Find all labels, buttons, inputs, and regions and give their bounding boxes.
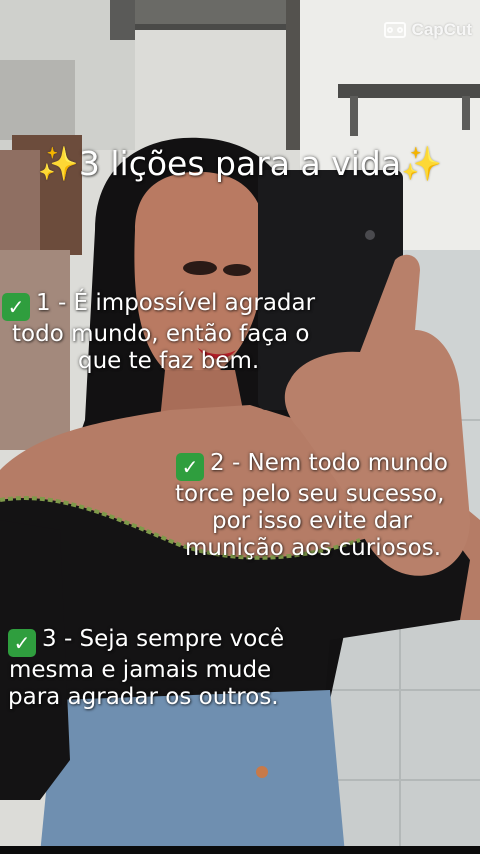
lesson-2-line-2: torce pelo seu sucesso, (175, 481, 445, 507)
sparkles-icon: ✨ (37, 144, 79, 183)
lesson-3-line-3: para agradar os outros. (8, 684, 279, 710)
bottom-bar (0, 846, 480, 854)
watermark-label: CapCut (411, 20, 472, 39)
lesson-3-line-2: mesma e jamais mude (9, 657, 272, 683)
sparkles-icon: ✨ (401, 144, 443, 183)
check-mark-button-icon: ✓ (2, 293, 30, 321)
caption-title: ✨3 lições para a vida✨ (0, 144, 480, 184)
capcut-watermark: CapCut (383, 20, 472, 40)
lesson-2: ✓ 2 - Nem todo mundo torce pelo seu suces… (172, 450, 448, 562)
lesson-1-line-3: que te faz bem. (78, 348, 260, 374)
photo-background (0, 0, 480, 854)
lesson-2-line-4: munição aos curiosos. (185, 535, 442, 561)
check-mark-button-icon: ✓ (176, 453, 204, 481)
lesson-2-line-3: por isso evite dar (212, 508, 412, 534)
capcut-logo-icon (383, 22, 406, 38)
lesson-1-line-1: 1 - É impossível agradar (36, 290, 316, 316)
check-mark-button-icon: ✓ (8, 629, 36, 657)
lesson-1-line-2: todo mundo, então faça o (12, 321, 310, 347)
lesson-3-line-1: 3 - Seja sempre você (42, 626, 285, 652)
mirror-selfie-photo: CapCut ✨3 lições para a vida✨ ✓ 1 - É imp… (0, 0, 480, 854)
lesson-1: ✓ 1 - É impossível agradar todo mundo, en… (2, 290, 315, 375)
lesson-2-line-1: 2 - Nem todo mundo (210, 450, 448, 476)
caption-title-text: 3 lições para a vida (78, 144, 402, 183)
lesson-3: ✓ 3 - Seja sempre você mesma e jamais mud… (8, 626, 284, 711)
